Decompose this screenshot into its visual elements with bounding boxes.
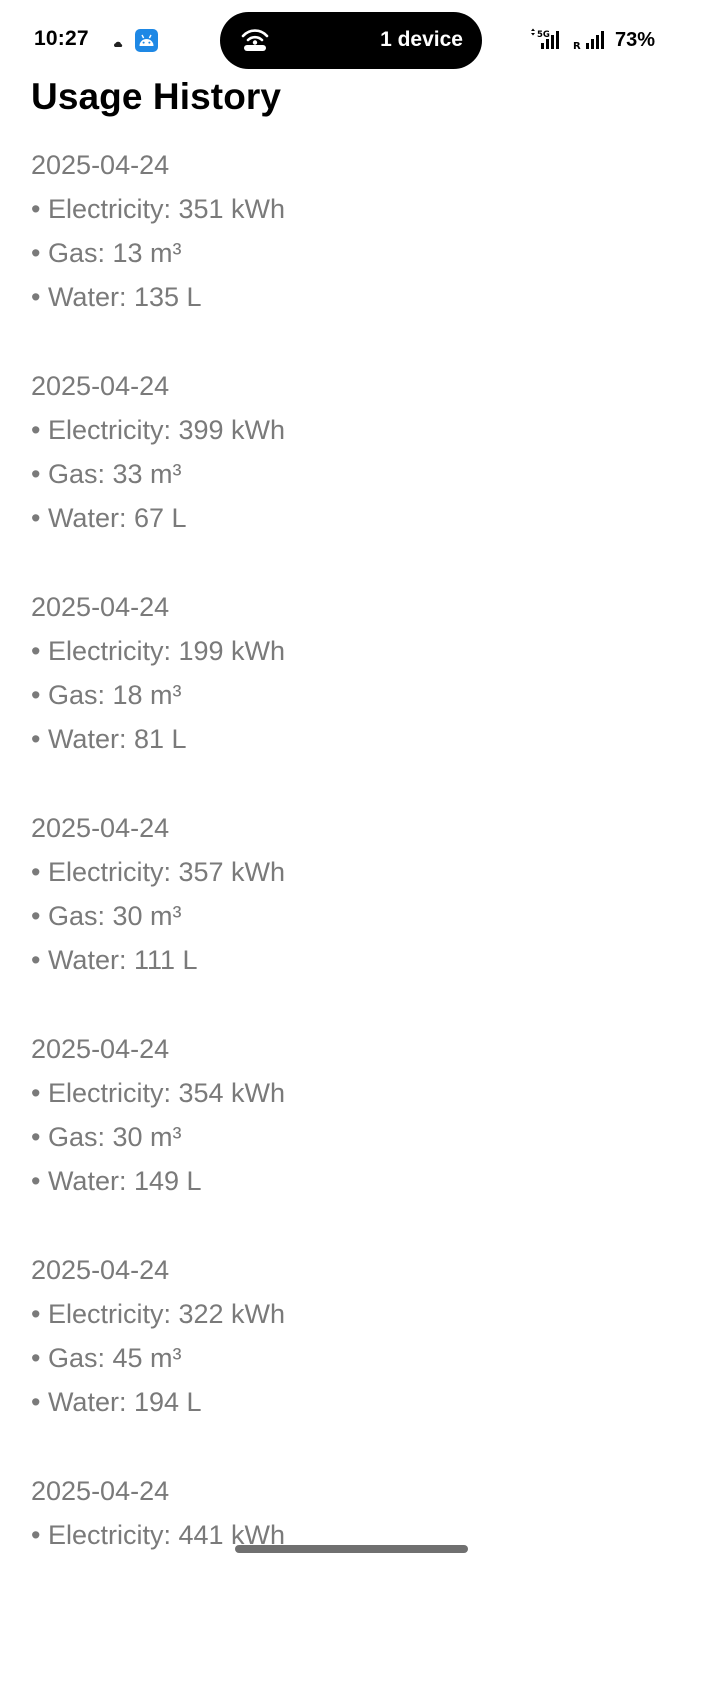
entry-date: 2025-04-24 xyxy=(31,1034,170,1064)
electricity-usage: • Electricity: 351 kWh xyxy=(31,194,286,224)
usage-entry: 2025-04-24 • Electricity: 322 kWh • Gas:… xyxy=(31,1248,681,1469)
gas-usage: • Gas: 13 m³ xyxy=(31,238,182,268)
water-usage: • Water: 81 L xyxy=(31,724,187,754)
entry-date: 2025-04-24 xyxy=(31,1255,170,1285)
battery-percentage: 73% xyxy=(615,29,656,51)
electricity-usage: • Electricity: 357 kWh xyxy=(31,857,286,887)
hotspot-icon xyxy=(240,26,270,57)
entry-date: 2025-04-24 xyxy=(31,1476,170,1506)
cloud-icon xyxy=(113,35,123,47)
roaming-label: R xyxy=(573,41,581,52)
usage-history-list[interactable]: 2025-04-24 • Electricity: 351 kWh • Gas:… xyxy=(31,143,681,1690)
usage-entry: 2025-04-24 • Electricity: 199 kWh • Gas:… xyxy=(31,585,681,806)
entry-date: 2025-04-24 xyxy=(31,592,170,622)
electricity-usage: • Electricity: 322 kWh xyxy=(31,1299,286,1329)
network-type-label: 5G xyxy=(537,30,550,40)
dynamic-island[interactable]: 1 device xyxy=(220,12,482,69)
electricity-usage: • Electricity: 354 kWh xyxy=(31,1078,286,1108)
android-app-icon xyxy=(135,29,158,52)
usage-entry: 2025-04-24 • Electricity: 399 kWh • Gas:… xyxy=(31,364,681,585)
entry-date: 2025-04-24 xyxy=(31,371,170,401)
water-usage: • Water: 149 L xyxy=(31,1166,202,1196)
electricity-usage: • Electricity: 399 kWh xyxy=(31,415,286,445)
gas-usage: • Gas: 45 m³ xyxy=(31,1343,182,1373)
water-usage: • Water: 111 L xyxy=(31,945,198,975)
status-time: 10:27 xyxy=(34,27,89,50)
entry-date: 2025-04-24 xyxy=(31,813,170,843)
electricity-usage: • Electricity: 199 kWh xyxy=(31,636,286,666)
status-bar: 10:27 1 device 5G R 73% xyxy=(0,0,716,84)
gas-usage: • Gas: 33 m³ xyxy=(31,459,182,489)
water-usage: • Water: 194 L xyxy=(31,1387,202,1417)
usage-entry: 2025-04-24 • Electricity: 351 kWh • Gas:… xyxy=(31,143,681,364)
water-usage: • Water: 67 L xyxy=(31,503,187,533)
water-usage: • Water: 135 L xyxy=(31,282,202,312)
gas-usage: • Gas: 18 m³ xyxy=(31,680,182,710)
gas-usage: • Gas: 30 m³ xyxy=(31,1122,182,1152)
home-indicator[interactable] xyxy=(235,1545,468,1553)
usage-entry: 2025-04-24 • Electricity: 354 kWh • Gas:… xyxy=(31,1027,681,1248)
connected-devices-label: 1 device xyxy=(380,28,463,51)
entry-date: 2025-04-24 xyxy=(31,150,170,180)
usage-entry: 2025-04-24 • Electricity: 441 kWh xyxy=(31,1469,681,1690)
usage-entry: 2025-04-24 • Electricity: 357 kWh • Gas:… xyxy=(31,806,681,1027)
page-title: Usage History xyxy=(31,76,282,117)
gas-usage: • Gas: 30 m³ xyxy=(31,901,182,931)
